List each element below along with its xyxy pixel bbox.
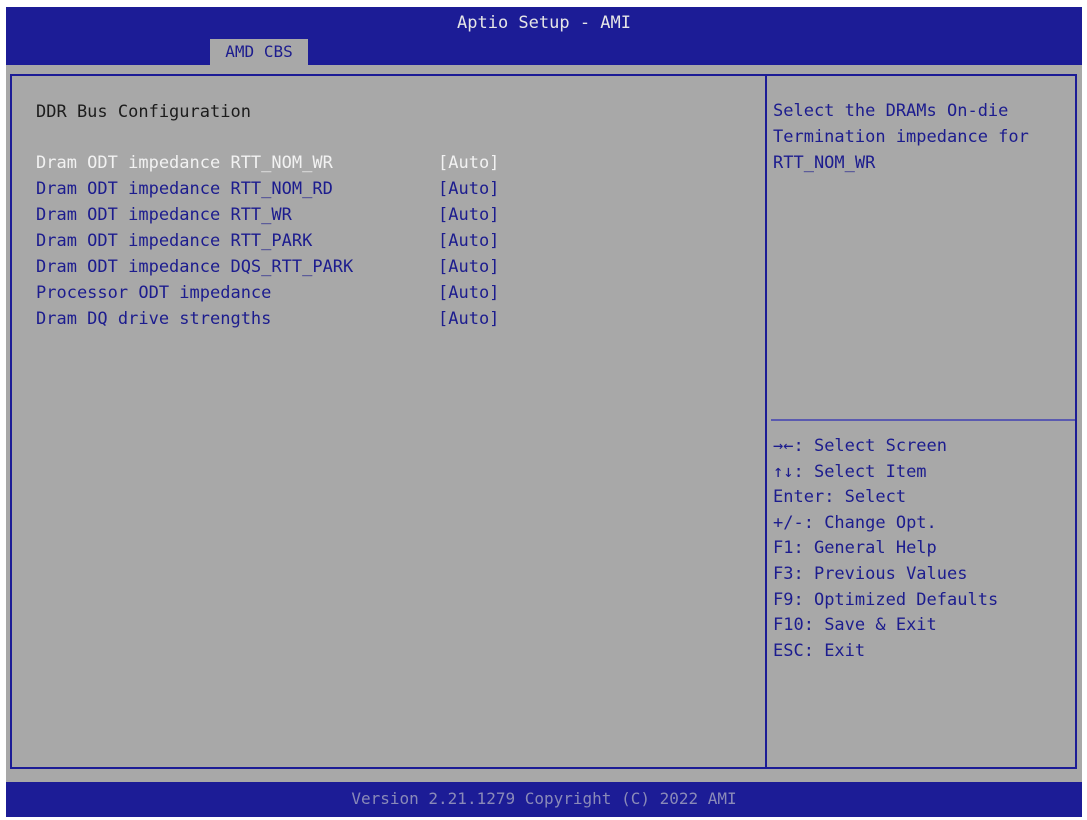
key-name: F9 [773, 589, 794, 610]
key-action: : Select Screen [793, 436, 948, 456]
key-name: F1 [773, 538, 794, 559]
tab-amd-cbs[interactable]: AMD CBS [210, 39, 308, 65]
key-hint-select-screen: →←: Select Screen [773, 434, 1069, 460]
key-action: : Save & Exit [803, 615, 937, 636]
setting-value[interactable]: [Auto] [438, 229, 499, 253]
settings-panel: DDR Bus Configuration Dram ODT impedance… [10, 74, 765, 769]
setting-value[interactable]: [Auto] [438, 255, 499, 279]
status-bar: Version 2.21.1279 Copyright (C) 2022 AMI [6, 782, 1082, 817]
help-description: Select the DRAMs On-die Termination impe… [773, 101, 1029, 173]
title-bar: Aptio Setup - AMI AMD CBS [6, 7, 1082, 65]
key-action: : Change Opt. [803, 512, 937, 533]
setting-label: Dram DQ drive strengths [36, 309, 272, 329]
setting-value[interactable]: [Auto] [438, 307, 499, 331]
key-name: F3 [773, 563, 794, 584]
key-action: : Optimized Defaults [793, 589, 999, 610]
setting-label: Dram ODT impedance RTT_NOM_RD [36, 179, 333, 199]
setting-value[interactable]: [Auto] [438, 281, 499, 305]
setting-label: Dram ODT impedance RTT_WR [36, 205, 292, 225]
up-down-arrows-icon: ↑↓ [773, 461, 794, 482]
key-hint-optimized-defaults: F9: Optimized Defaults [773, 588, 1069, 614]
key-hint-enter: Enter: Select [773, 485, 1069, 511]
setting-label: Dram ODT impedance RTT_PARK [36, 231, 313, 251]
key-action: : Select [824, 487, 907, 508]
setting-value[interactable]: [Auto] [438, 177, 499, 201]
setting-value[interactable]: [Auto] [438, 203, 499, 227]
setting-rtt-wr[interactable]: Dram ODT impedance RTT_WR [Auto] [36, 203, 516, 227]
key-action: : Previous Values [793, 563, 968, 584]
help-panel: Select the DRAMs On-die Termination impe… [765, 74, 1077, 769]
key-legend: →←: Select Screen ↑↓: Select Item Enter:… [773, 434, 1069, 664]
setting-dq-drive-strengths[interactable]: Dram DQ drive strengths [Auto] [36, 307, 516, 331]
setting-rtt-nom-rd[interactable]: Dram ODT impedance RTT_NOM_RD [Auto] [36, 177, 516, 201]
key-name: F10 [773, 615, 804, 636]
key-action: : Exit [803, 640, 866, 661]
key-hint-previous-values: F3: Previous Values [773, 562, 1069, 588]
setting-dqs-rtt-park[interactable]: Dram ODT impedance DQS_RTT_PARK [Auto] [36, 255, 516, 279]
key-hint-select-item: ↑↓: Select Item [773, 460, 1069, 486]
setting-label: Dram ODT impedance DQS_RTT_PARK [36, 257, 354, 277]
app-title: Aptio Setup - AMI [457, 13, 631, 33]
key-action: : Select Item [793, 461, 927, 482]
section-title: DDR Bus Configuration [36, 102, 251, 122]
key-action: : General Help [793, 538, 937, 559]
help-divider [771, 419, 1075, 421]
setting-label: Dram ODT impedance RTT_NOM_WR [36, 153, 333, 173]
left-right-arrows-icon: →← [773, 436, 794, 456]
key-hint-general-help: F1: General Help [773, 536, 1069, 562]
setting-processor-odt[interactable]: Processor ODT impedance [Auto] [36, 281, 516, 305]
key-hint-save-exit: F10: Save & Exit [773, 613, 1069, 639]
setting-rtt-park[interactable]: Dram ODT impedance RTT_PARK [Auto] [36, 229, 516, 253]
version-text: Version 2.21.1279 Copyright (C) 2022 AMI [351, 789, 737, 808]
key-hint-change-opt: +/-: Change Opt. [773, 511, 1069, 537]
key-name: ESC [773, 640, 804, 661]
setting-label: Processor ODT impedance [36, 283, 272, 303]
bios-screen: Aptio Setup - AMI AMD CBS DDR Bus Config… [6, 7, 1082, 817]
key-hint-exit: ESC: Exit [773, 639, 1069, 665]
setting-value[interactable]: [Auto] [438, 151, 499, 175]
key-name: +/- [773, 512, 804, 533]
key-name: Enter [773, 487, 825, 508]
setting-rtt-nom-wr[interactable]: Dram ODT impedance RTT_NOM_WR [Auto] [36, 151, 516, 175]
